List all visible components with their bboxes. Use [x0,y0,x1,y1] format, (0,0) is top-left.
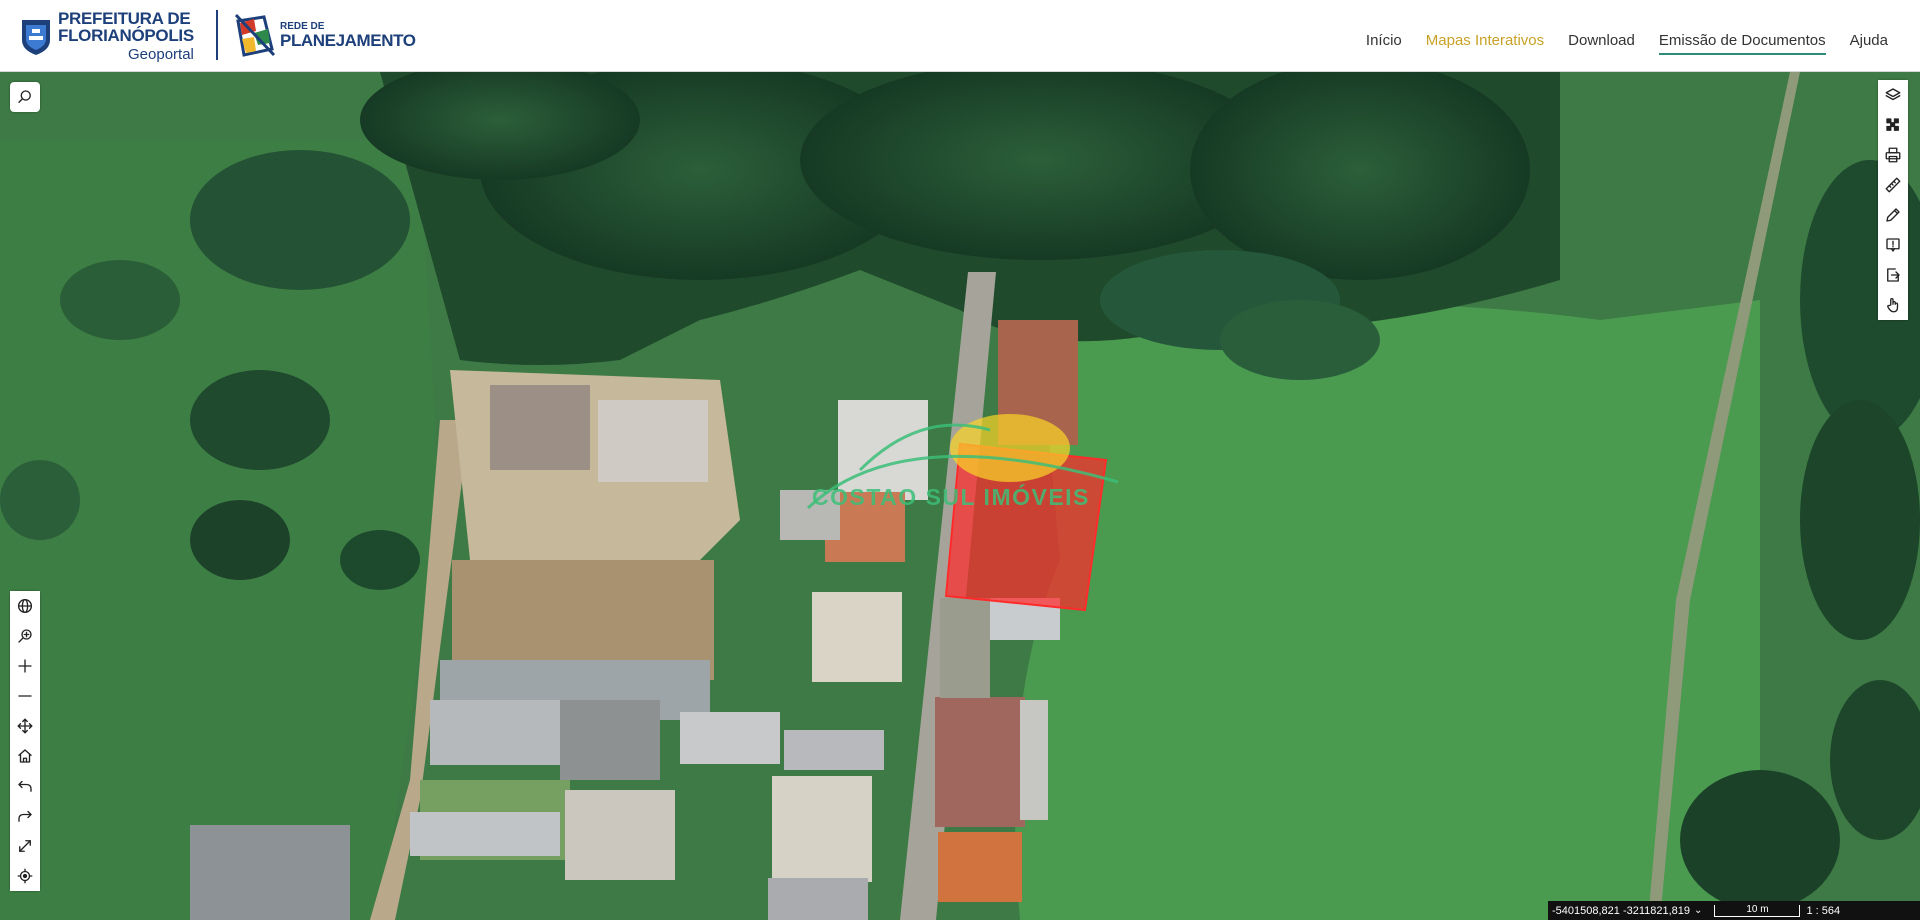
redo-button[interactable] [10,801,40,831]
scale-bar: 10 m [1714,904,1801,917]
left-toolbar [10,591,40,891]
zoom-area-button[interactable] [10,621,40,651]
search-icon [18,90,31,103]
rede-logo-icon [234,13,276,57]
projection-dropdown-icon[interactable]: ⌄ [1694,905,1702,916]
info-icon [1886,238,1900,252]
undo-icon [18,780,32,792]
globe-button[interactable] [10,591,40,621]
nav-ajuda[interactable]: Ajuda [1850,32,1888,55]
print-icon [1885,147,1901,163]
home-icon [18,749,32,763]
nav-download[interactable]: Download [1568,32,1635,55]
nav-mapas-interativos[interactable]: Mapas Interativos [1426,32,1544,55]
rede-title: PLANEJAMENTO [280,30,416,50]
identify-button[interactable] [1878,290,1908,320]
crest-icon [22,20,50,55]
layers-icon [1885,88,1901,101]
pan-icon [17,718,33,734]
measure-icon [1885,177,1901,193]
map-status-bar: -5401508,821 -3211821,819 ⌄ 10 m 1 : 564 [1548,901,1920,920]
header-divider [216,10,218,60]
zoom-in-icon [18,659,32,673]
brand-city: FLORIANÓPOLIS [58,26,194,45]
pan-button[interactable] [10,711,40,741]
nav-inicio[interactable]: Início [1366,32,1402,55]
rede-planejamento-logo[interactable]: REDE DE PLANEJAMENTO [234,10,416,60]
info-button[interactable] [1878,230,1908,260]
draw-button[interactable] [1878,200,1908,230]
fullscreen-icon [19,840,31,852]
globe-icon [17,598,33,614]
right-toolbar [1878,80,1908,320]
nav-emissao-documentos[interactable]: Emissão de Documentos [1658,32,1826,55]
undo-button[interactable] [10,771,40,801]
redo-icon [18,810,32,822]
search-button[interactable] [10,82,40,112]
basemap-icon [1886,118,1899,131]
draw-icon [1886,208,1900,222]
home-button[interactable] [10,741,40,771]
brand-title: PREFEITURA DE [58,9,191,28]
top-header: PREFEITURA DE FLORIANÓPOLIS Geoportal RE… [0,0,1920,72]
watermark-text: COSTAO SUL IMÓVEIS [812,484,1090,510]
satellite-map[interactable]: COSTAO SUL IMÓVEIS [0,72,1920,920]
zoom-in-button[interactable] [10,651,40,681]
zoom-area-icon [18,629,32,643]
scale-ratio: 1 : 564 [1806,904,1841,917]
print-button[interactable] [1878,140,1908,170]
locate-button[interactable] [10,861,40,891]
fullscreen-button[interactable] [10,831,40,861]
basemap-button[interactable] [1878,110,1908,140]
export-button[interactable] [1878,260,1908,290]
prefeitura-logo[interactable]: PREFEITURA DE FLORIANÓPOLIS Geoportal [20,8,194,64]
identify-icon [1887,297,1899,313]
zoom-out-icon [18,695,32,697]
zoom-out-button[interactable] [10,681,40,711]
locate-icon [17,868,33,884]
main-nav: Início Mapas Interativos Download Emissã… [1366,32,1888,55]
export-icon [1887,268,1900,282]
brand-subtitle: Geoportal [128,46,194,63]
coordinates-readout: -5401508,821 -3211821,819 [1552,904,1691,917]
layers-button[interactable] [1878,80,1908,110]
rede-prefix: REDE DE [280,20,325,32]
measure-button[interactable] [1878,170,1908,200]
